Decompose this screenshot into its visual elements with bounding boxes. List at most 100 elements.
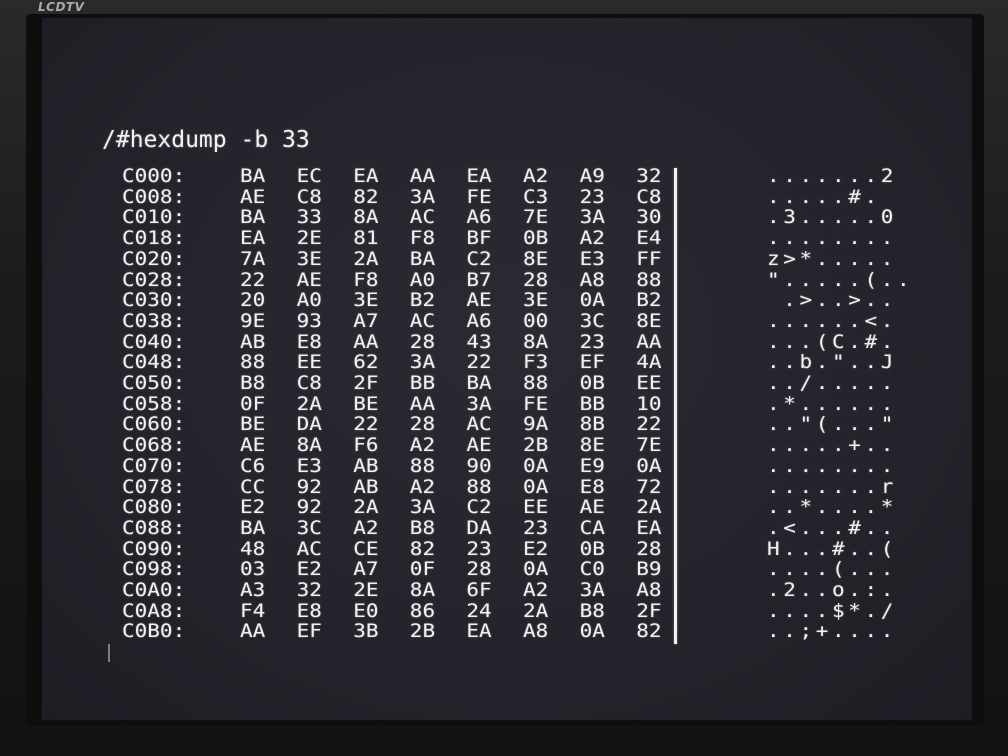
hex-byte: A2 (409, 475, 436, 497)
hex-byte: A0 (409, 268, 436, 290)
hex-byte: 23 (579, 186, 605, 208)
hex-byte: C0 (579, 558, 605, 580)
hex-byte: 7E (523, 206, 549, 228)
hex-byte: 9A (523, 413, 549, 435)
hex-byte: A2 (579, 227, 605, 249)
row-address: C088: (122, 517, 186, 539)
hex-byte: FF (636, 248, 662, 270)
hex-byte: E0 (353, 600, 379, 622)
hex-byte: 2A (523, 600, 549, 622)
hex-byte: 72 (636, 475, 662, 497)
row-address: C070: (122, 455, 186, 477)
hex-byte: F8 (409, 227, 436, 249)
hex-byte: 22 (240, 268, 266, 290)
hex-byte: 43 (466, 330, 492, 353)
hex-byte: 3A (409, 186, 436, 208)
hex-byte: 3A (466, 393, 492, 415)
hex-byte: A8 (523, 620, 549, 642)
hex-byte: 8A (409, 579, 436, 601)
hex-byte: 03 (240, 558, 266, 580)
hex-byte: 88 (466, 475, 492, 497)
hex-byte: 8A (296, 434, 322, 456)
hex-byte: AE (240, 186, 266, 208)
hex-byte: 7E (636, 434, 662, 456)
hex-byte: E4 (636, 227, 662, 249)
hex-byte: AC (296, 537, 322, 560)
hex-byte: 3C (579, 310, 605, 332)
hex-byte: 0B (579, 372, 605, 394)
hex-byte: 0A (523, 558, 549, 580)
ascii-column: .....#. (767, 186, 881, 208)
hex-byte: CC (240, 475, 266, 497)
hex-byte: 3E (296, 248, 322, 270)
hex-byte: BE (353, 393, 379, 415)
hex-byte: 28 (466, 558, 492, 580)
hex-byte: AE (466, 289, 492, 311)
hex-byte: E2 (240, 496, 266, 518)
hex-byte: CA (579, 517, 605, 539)
hex-byte: E8 (579, 475, 605, 497)
terminal-screen[interactable]: /#hexdump -b 33 C000: BA EC EA AA EA A2 A9 32...… (42, 18, 972, 720)
hex-byte: AC (466, 413, 492, 435)
hex-byte: 3B (353, 620, 379, 642)
hex-byte: 3A (409, 351, 436, 373)
ascii-column: .......r (767, 475, 897, 497)
hex-byte: C3 (523, 186, 549, 208)
ascii-column: ..;+.... (767, 620, 897, 642)
hex-byte: 88 (523, 372, 549, 394)
hex-byte: 8A (353, 206, 379, 228)
hex-byte: 6F (466, 579, 492, 601)
hex-byte: AE (296, 268, 322, 290)
ascii-column: ..b."..J (767, 351, 897, 373)
hex-byte: 0A (636, 455, 662, 477)
hex-byte: 2B (523, 434, 549, 456)
hex-byte: 0B (523, 227, 549, 249)
hex-byte: 0A (579, 620, 605, 642)
hex-byte: A9 (579, 165, 605, 187)
ascii-column: ".....(.. (767, 268, 914, 290)
hex-byte: EC (296, 165, 322, 187)
row-address: C030: (122, 289, 186, 311)
hex-byte: 30 (636, 206, 662, 228)
hex-byte: A2 (353, 517, 379, 539)
hex-byte: 22 (636, 413, 662, 435)
hex-byte: AA (409, 165, 436, 187)
row-address: C020: (122, 248, 186, 270)
row-address: C040: (122, 330, 186, 353)
ascii-column: H...#..( (767, 537, 897, 560)
hex-byte: A2 (523, 165, 549, 187)
hex-byte: AC (409, 310, 436, 332)
row-address: C058: (122, 393, 186, 415)
row-address: C080: (122, 496, 186, 518)
hex-byte: 23 (579, 330, 605, 353)
hex-byte: 2A (296, 393, 322, 415)
row-address: C048: (122, 351, 186, 373)
row-address: C078: (122, 475, 186, 497)
hex-byte: C8 (296, 372, 322, 394)
hex-byte: AB (240, 330, 266, 353)
row-address: C028: (122, 268, 186, 290)
hex-byte: E3 (579, 248, 605, 270)
hex-byte: AA (240, 620, 266, 642)
hex-byte: FE (523, 393, 549, 415)
hex-byte: 3E (523, 289, 549, 311)
text-cursor (108, 644, 110, 662)
hex-byte: 20 (240, 289, 266, 311)
ascii-column: ....$*./ (767, 600, 897, 622)
row-address: C060: (122, 413, 186, 435)
hex-byte: 2E (296, 227, 322, 249)
hex-byte: EA (353, 165, 379, 187)
hex-byte: 3A (579, 579, 605, 601)
hex-byte: DA (296, 413, 322, 435)
hex-byte: AE (240, 434, 266, 456)
monitor-brand-logo: LCDTV (38, 0, 85, 14)
row-address: C0A0: (122, 579, 186, 601)
hex-byte: 82 (353, 186, 379, 208)
ascii-column: ..*....* (767, 496, 897, 518)
hex-byte: AA (636, 330, 662, 353)
hex-byte: B8 (409, 517, 436, 539)
hex-byte: 8E (579, 434, 605, 456)
hex-byte: A3 (240, 579, 266, 601)
hex-byte: C2 (466, 248, 492, 270)
row-address: C0A8: (122, 600, 186, 622)
